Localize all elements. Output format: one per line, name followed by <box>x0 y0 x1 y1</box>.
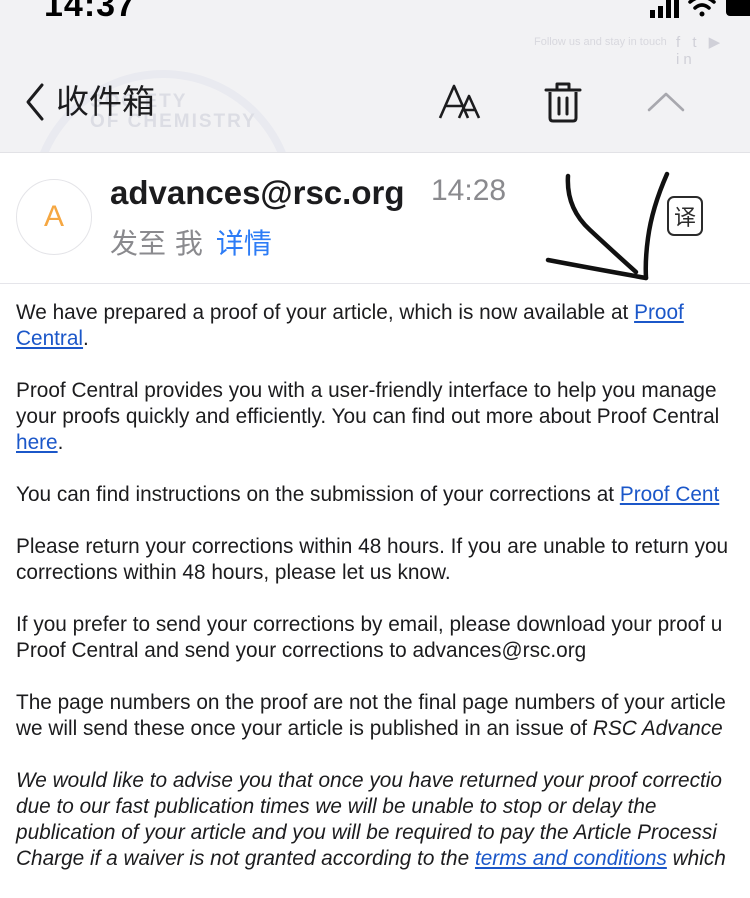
status-icons <box>650 0 750 18</box>
header-divider <box>0 283 750 284</box>
proof-central-link[interactable]: Proof <box>634 301 684 324</box>
p7-line1: We would like to advise you that once yo… <box>16 769 722 792</box>
p3-text: You can find instructions on the submiss… <box>16 483 620 506</box>
proof-central-link-cont[interactable]: Central <box>16 327 83 350</box>
translate-icon: 译 <box>673 206 696 231</box>
p2-line1: Proof Central provides you with a user-f… <box>16 379 717 402</box>
terms-link[interactable]: terms and conditions <box>475 847 667 870</box>
sender-avatar: A <box>16 179 92 255</box>
translate-button[interactable]: 译 <box>667 196 703 236</box>
status-time: 14:37 <box>44 0 136 24</box>
p5-line2: Proof Central and send your corrections … <box>16 639 587 662</box>
p7-line3: publication of your article and you will… <box>16 821 717 844</box>
p2-line2: your proofs quickly and efficiently. You… <box>16 405 720 428</box>
paragraph-2: Proof Central provides you with a user-f… <box>16 378 750 456</box>
recipients-line: 发至 我 详情 <box>110 222 272 262</box>
chevron-left-icon <box>26 83 44 121</box>
email-body: We have prepared a proof of your article… <box>16 300 750 898</box>
battery-icon <box>726 0 750 16</box>
paragraph-6: The page numbers on the proof are not th… <box>16 690 750 742</box>
p1-end: . <box>83 327 89 350</box>
navigation-bar: SOCIETY OF CHEMISTRY Follow us and stay … <box>0 0 750 153</box>
recipients-text: 发至 我 <box>110 227 203 260</box>
paragraph-3: You can find instructions on the submiss… <box>16 482 750 508</box>
chevron-up-icon[interactable] <box>643 80 689 124</box>
p1-text: We have prepared a proof of your article… <box>16 301 635 324</box>
p4-line1: Please return your corrections within 48… <box>16 535 729 558</box>
watermark-social-icons: f t ▶ in <box>676 34 725 68</box>
handwritten-arrow-annotation <box>545 171 670 281</box>
back-button[interactable]: 收件箱 <box>24 80 155 124</box>
p6-line1: The page numbers on the proof are not th… <box>16 691 726 714</box>
avatar-letter: A <box>43 200 64 233</box>
sent-time: 14:28 <box>431 174 507 207</box>
back-label: 收件箱 <box>56 82 155 121</box>
paragraph-7: We would like to advise you that once yo… <box>16 768 750 872</box>
p2-end: . <box>57 431 64 454</box>
details-link[interactable]: 详情 <box>216 227 272 260</box>
paragraph-4: Please return your corrections within 48… <box>16 534 750 586</box>
signal-icon <box>650 0 679 18</box>
p7-line4-end: which <box>666 847 726 870</box>
proof-central-instructions-link[interactable]: Proof Cent <box>620 483 719 506</box>
journal-name: RSC Advance <box>592 717 723 740</box>
paragraph-5: If you prefer to send your corrections b… <box>16 612 750 664</box>
font-size-icon[interactable] <box>437 80 483 124</box>
trash-icon[interactable] <box>540 80 586 124</box>
watermark-banner: Follow us and stay in touch <box>534 36 667 48</box>
sender-address[interactable]: advances@rsc.org <box>110 174 405 212</box>
p5-line1: If you prefer to send your corrections b… <box>16 613 723 636</box>
wifi-icon <box>688 0 716 17</box>
p4-line2: corrections within 48 hours, please let … <box>16 561 451 584</box>
p7-line4: Charge if a waiver is not granted accord… <box>16 847 475 870</box>
p6-line2: we will send these once your article is … <box>16 717 593 740</box>
p7-line2: due to our fast publication times we wil… <box>16 795 657 818</box>
paragraph-1: We have prepared a proof of your article… <box>16 300 750 352</box>
here-link[interactable]: here <box>16 431 58 454</box>
terms-link-text: terms and conditions <box>474 847 667 870</box>
